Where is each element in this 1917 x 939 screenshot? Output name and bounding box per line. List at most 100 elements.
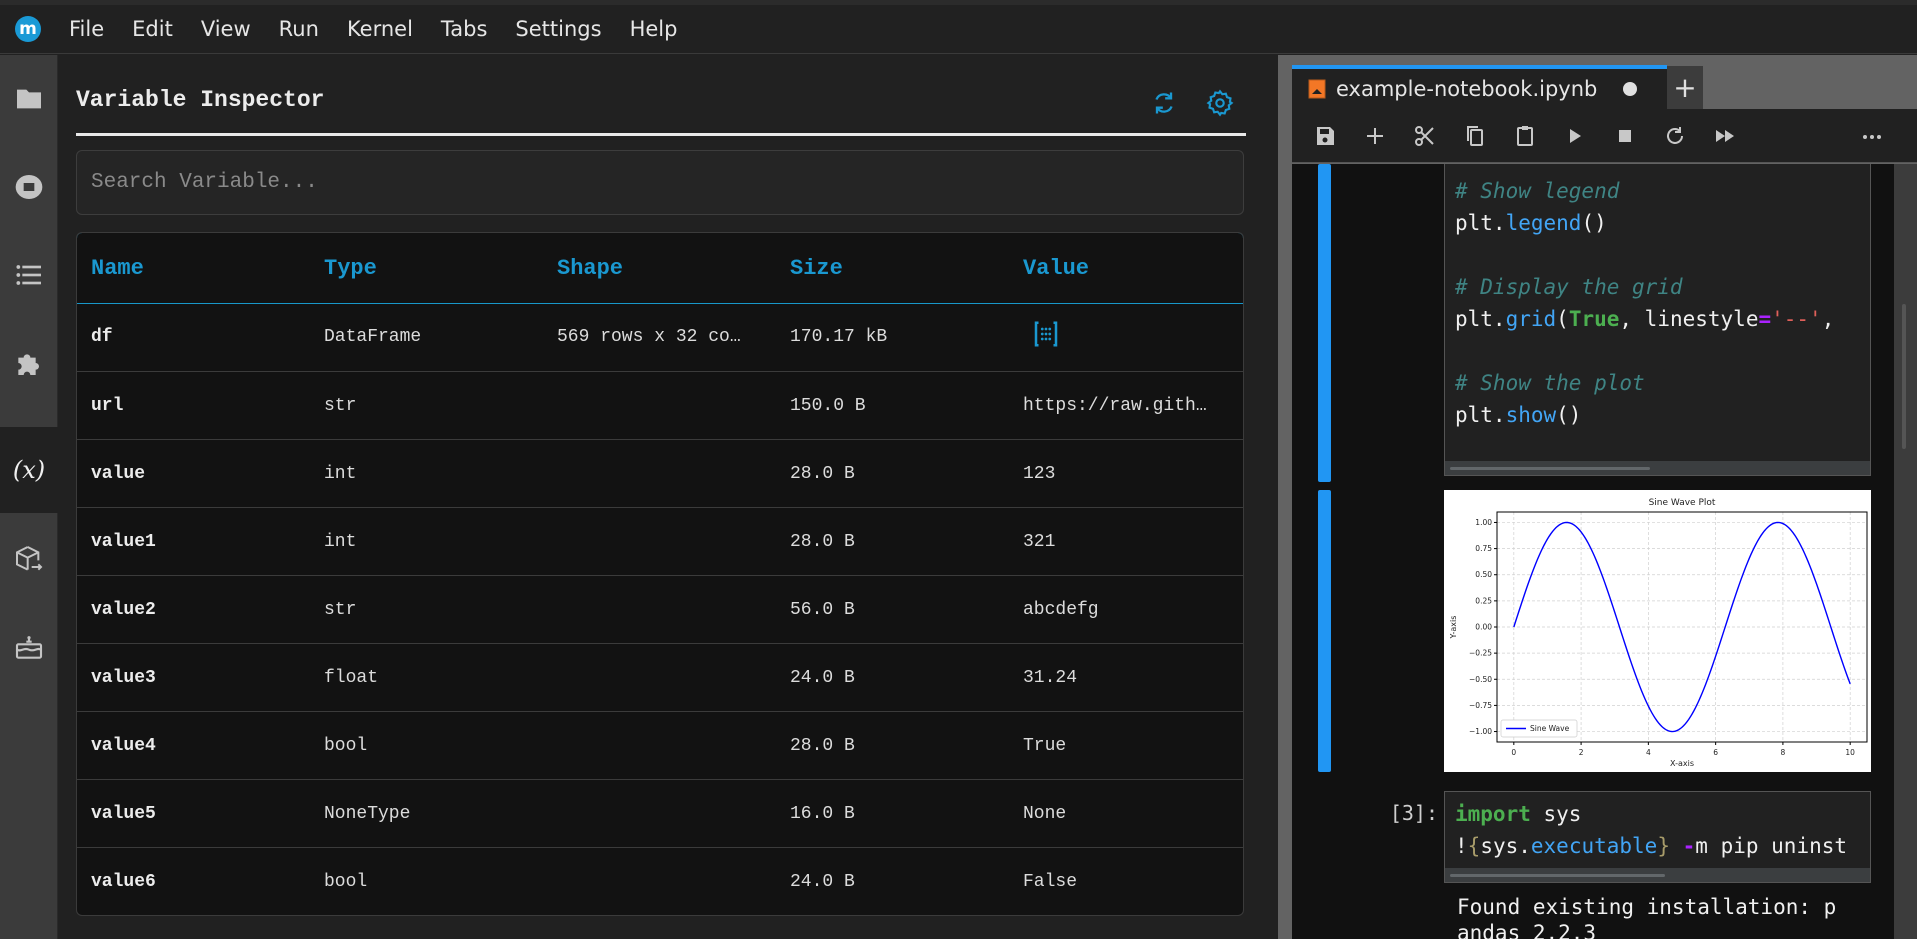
table-row[interactable]: value2 str 56.0 B abcdefg	[77, 575, 1243, 643]
unsaved-indicator-icon[interactable]	[1623, 82, 1637, 96]
cell-value[interactable]: True	[1009, 736, 1242, 756]
ellipsis-icon	[1863, 135, 1881, 139]
matrix-icon[interactable]	[1031, 319, 1061, 349]
menu-help[interactable]: Help	[616, 17, 692, 41]
cell-type: float	[324, 667, 379, 688]
column-header-size[interactable]: Size	[776, 256, 1009, 281]
table-row[interactable]: value3 float 24.0 B 31.24	[77, 643, 1243, 711]
y-tick-label: −0.50	[1469, 675, 1492, 684]
refresh-icon[interactable]	[1150, 89, 1178, 117]
cell-value[interactable]: https://raw.gith…	[1009, 396, 1242, 416]
activity-file-browser[interactable]	[0, 55, 58, 143]
restart-kernel-button[interactable]	[1650, 116, 1700, 156]
x-tick-label: 6	[1713, 748, 1718, 757]
panel-splitter[interactable]	[1278, 55, 1292, 939]
column-header-shape[interactable]: Shape	[543, 256, 776, 281]
horizontal-scrollbar[interactable]	[1445, 461, 1870, 475]
activity-package-export[interactable]	[0, 515, 58, 603]
running-stop-icon	[15, 175, 43, 199]
output-collapser[interactable]	[1318, 490, 1331, 772]
activity-variable-inspector[interactable]: (x)	[0, 427, 58, 513]
cell-value[interactable]: abcdefg	[1009, 600, 1242, 620]
cell-type: DataFrame	[324, 327, 422, 347]
column-header-name[interactable]: Name	[77, 256, 310, 281]
cell-value[interactable]: None	[1009, 804, 1242, 824]
cell-collapser[interactable]	[1318, 164, 1331, 482]
cell-name: value1	[91, 531, 156, 552]
notebook-vertical-scrollbar[interactable]	[1894, 164, 1917, 939]
code-line: # Show legend	[1445, 175, 1870, 207]
code-line: import sys	[1445, 798, 1870, 830]
activity-extensions[interactable]	[0, 319, 58, 407]
code-token: , linestyle	[1619, 307, 1759, 331]
jupyter-logo: m	[15, 16, 41, 42]
menu-tabs[interactable]: Tabs	[427, 17, 502, 41]
insert-cell-button[interactable]	[1350, 116, 1400, 156]
table-row[interactable]: value6 bool 24.0 B False	[77, 847, 1243, 915]
table-row[interactable]: url str 150.0 B https://raw.gith…	[77, 371, 1243, 439]
settings-gear-icon[interactable]	[1206, 89, 1234, 117]
code-token: executable	[1530, 834, 1658, 858]
cell-value[interactable]	[1009, 319, 1242, 355]
table-row[interactable]: df DataFrame 569 rows x 32 co… 170.17 kB	[77, 303, 1243, 371]
copy-button[interactable]	[1450, 116, 1500, 156]
scissors-icon	[1415, 125, 1434, 146]
search-variable-input[interactable]	[76, 150, 1244, 215]
cell-value[interactable]: 321	[1009, 532, 1242, 552]
cell-size: 28.0 B	[790, 463, 855, 484]
menu-run[interactable]: Run	[265, 17, 333, 41]
code-line: # Display the grid	[1445, 271, 1870, 303]
run-all-button[interactable]	[1700, 116, 1750, 156]
code-token: # Show legend	[1455, 179, 1620, 203]
activity-table-of-contents[interactable]	[0, 231, 58, 319]
save-icon	[1317, 126, 1334, 145]
cell-value[interactable]: 31.24	[1009, 668, 1242, 688]
cell-size: 150.0 B	[790, 395, 866, 416]
cell-type: int	[324, 531, 357, 552]
table-row[interactable]: value1 int 28.0 B 321	[77, 507, 1243, 575]
paste-button[interactable]	[1500, 116, 1550, 156]
table-row[interactable]: value5 NoneType 16.0 B None	[77, 779, 1243, 847]
activity-running-sessions[interactable]	[0, 143, 58, 231]
cell-value[interactable]: False	[1009, 872, 1242, 892]
menu-settings[interactable]: Settings	[501, 17, 615, 41]
code-token: =	[1758, 307, 1772, 331]
column-header-type[interactable]: Type	[310, 256, 543, 281]
code-token: sys.	[1480, 834, 1531, 858]
more-options-button[interactable]	[1847, 117, 1897, 157]
cell-name: url	[91, 395, 124, 416]
code-cell-plot[interactable]: # Show legend plt.legend() # Display the g…	[1444, 164, 1871, 476]
x-tick-label: 4	[1646, 748, 1651, 757]
notebook-file-icon	[1308, 79, 1326, 99]
code-token: ,	[1821, 307, 1835, 331]
menu-edit[interactable]: Edit	[118, 17, 187, 41]
tab-example-notebook[interactable]: example-notebook.ipynb	[1292, 65, 1667, 109]
new-tab-button[interactable]: +	[1667, 66, 1703, 109]
cell-value[interactable]: 123	[1009, 464, 1242, 484]
save-button[interactable]	[1300, 116, 1350, 156]
menu-file[interactable]: File	[55, 17, 118, 41]
cut-button[interactable]	[1400, 116, 1450, 156]
menu-kernel[interactable]: Kernel	[333, 17, 427, 41]
code-token: ()	[1556, 403, 1582, 427]
table-row[interactable]: value int 28.0 B 123	[77, 439, 1243, 507]
table-header: Name Type Shape Size Value	[77, 233, 1243, 304]
interrupt-kernel-button[interactable]	[1600, 116, 1650, 156]
table-row[interactable]: value4 bool 28.0 B True	[77, 711, 1243, 779]
column-header-value[interactable]: Value	[1009, 256, 1242, 281]
run-cell-button[interactable]	[1550, 116, 1600, 156]
code-token: m pip uninst	[1695, 834, 1848, 858]
code-token: '--'	[1771, 307, 1822, 331]
horizontal-scrollbar[interactable]	[1445, 868, 1870, 882]
notebook-content: # Show legend plt.legend() # Display the g…	[1292, 164, 1894, 939]
cell-size: 170.17 kB	[790, 327, 888, 347]
activity-cake[interactable]	[0, 603, 58, 691]
activity-bar: (x)	[0, 55, 58, 939]
variables-table: Name Type Shape Size Value df DataFrame 56…	[76, 232, 1244, 916]
code-line: plt.show()	[1445, 399, 1870, 431]
menu-view[interactable]: View	[187, 17, 265, 41]
cell-name: value5	[91, 803, 156, 824]
code-cell-pip[interactable]: import sys !{sys.executable} -m pip unins…	[1444, 791, 1871, 883]
